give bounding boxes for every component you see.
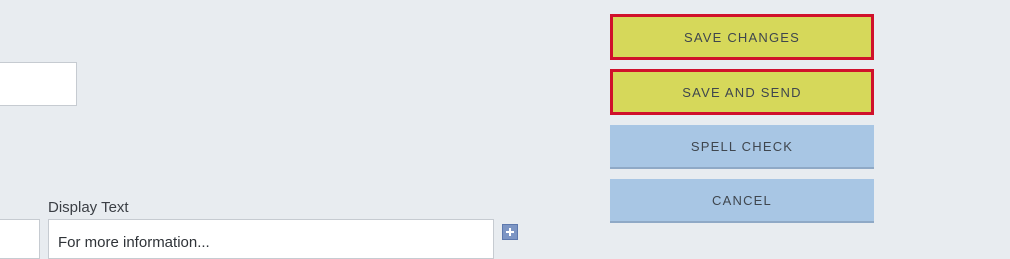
bottom-left-input[interactable] — [0, 219, 40, 259]
add-icon[interactable] — [502, 224, 518, 240]
save-and-send-button[interactable]: SAVE AND SEND — [610, 69, 874, 115]
display-text-label: Display Text — [48, 199, 129, 216]
display-text-input[interactable]: For more information... — [48, 219, 494, 259]
top-left-input[interactable] — [0, 62, 77, 106]
save-changes-button[interactable]: SAVE CHANGES — [610, 14, 874, 60]
spell-check-button[interactable]: SPELL CHECK — [610, 125, 874, 169]
cancel-button[interactable]: CANCEL — [610, 179, 874, 223]
